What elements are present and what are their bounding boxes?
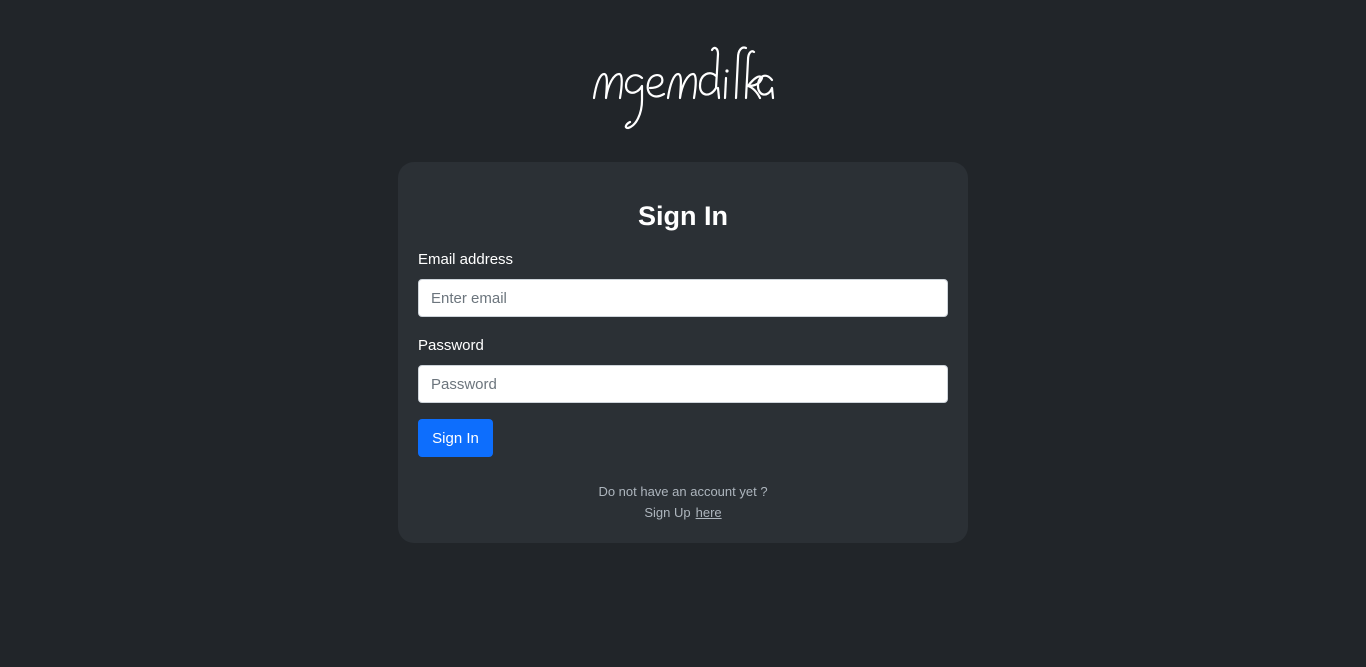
password-label: Password: [418, 337, 484, 354]
signin-title: Sign In: [638, 201, 728, 231]
signup-prefix: Sign Up: [644, 505, 691, 520]
signin-button[interactable]: Sign In: [418, 419, 493, 457]
signup-link[interactable]: here: [696, 505, 722, 520]
no-account-text: Do not have an account yet ?: [598, 484, 768, 499]
password-input[interactable]: [418, 365, 948, 403]
email-input[interactable]: [418, 279, 948, 317]
login-page: Sign In Email address Password Sign In D…: [0, 0, 1366, 667]
email-label: Email address: [418, 251, 514, 268]
signup-line: Sign Up here: [0, 504, 1366, 522]
logo-script-graphic: [592, 46, 775, 130]
brand-logo: [590, 40, 776, 132]
